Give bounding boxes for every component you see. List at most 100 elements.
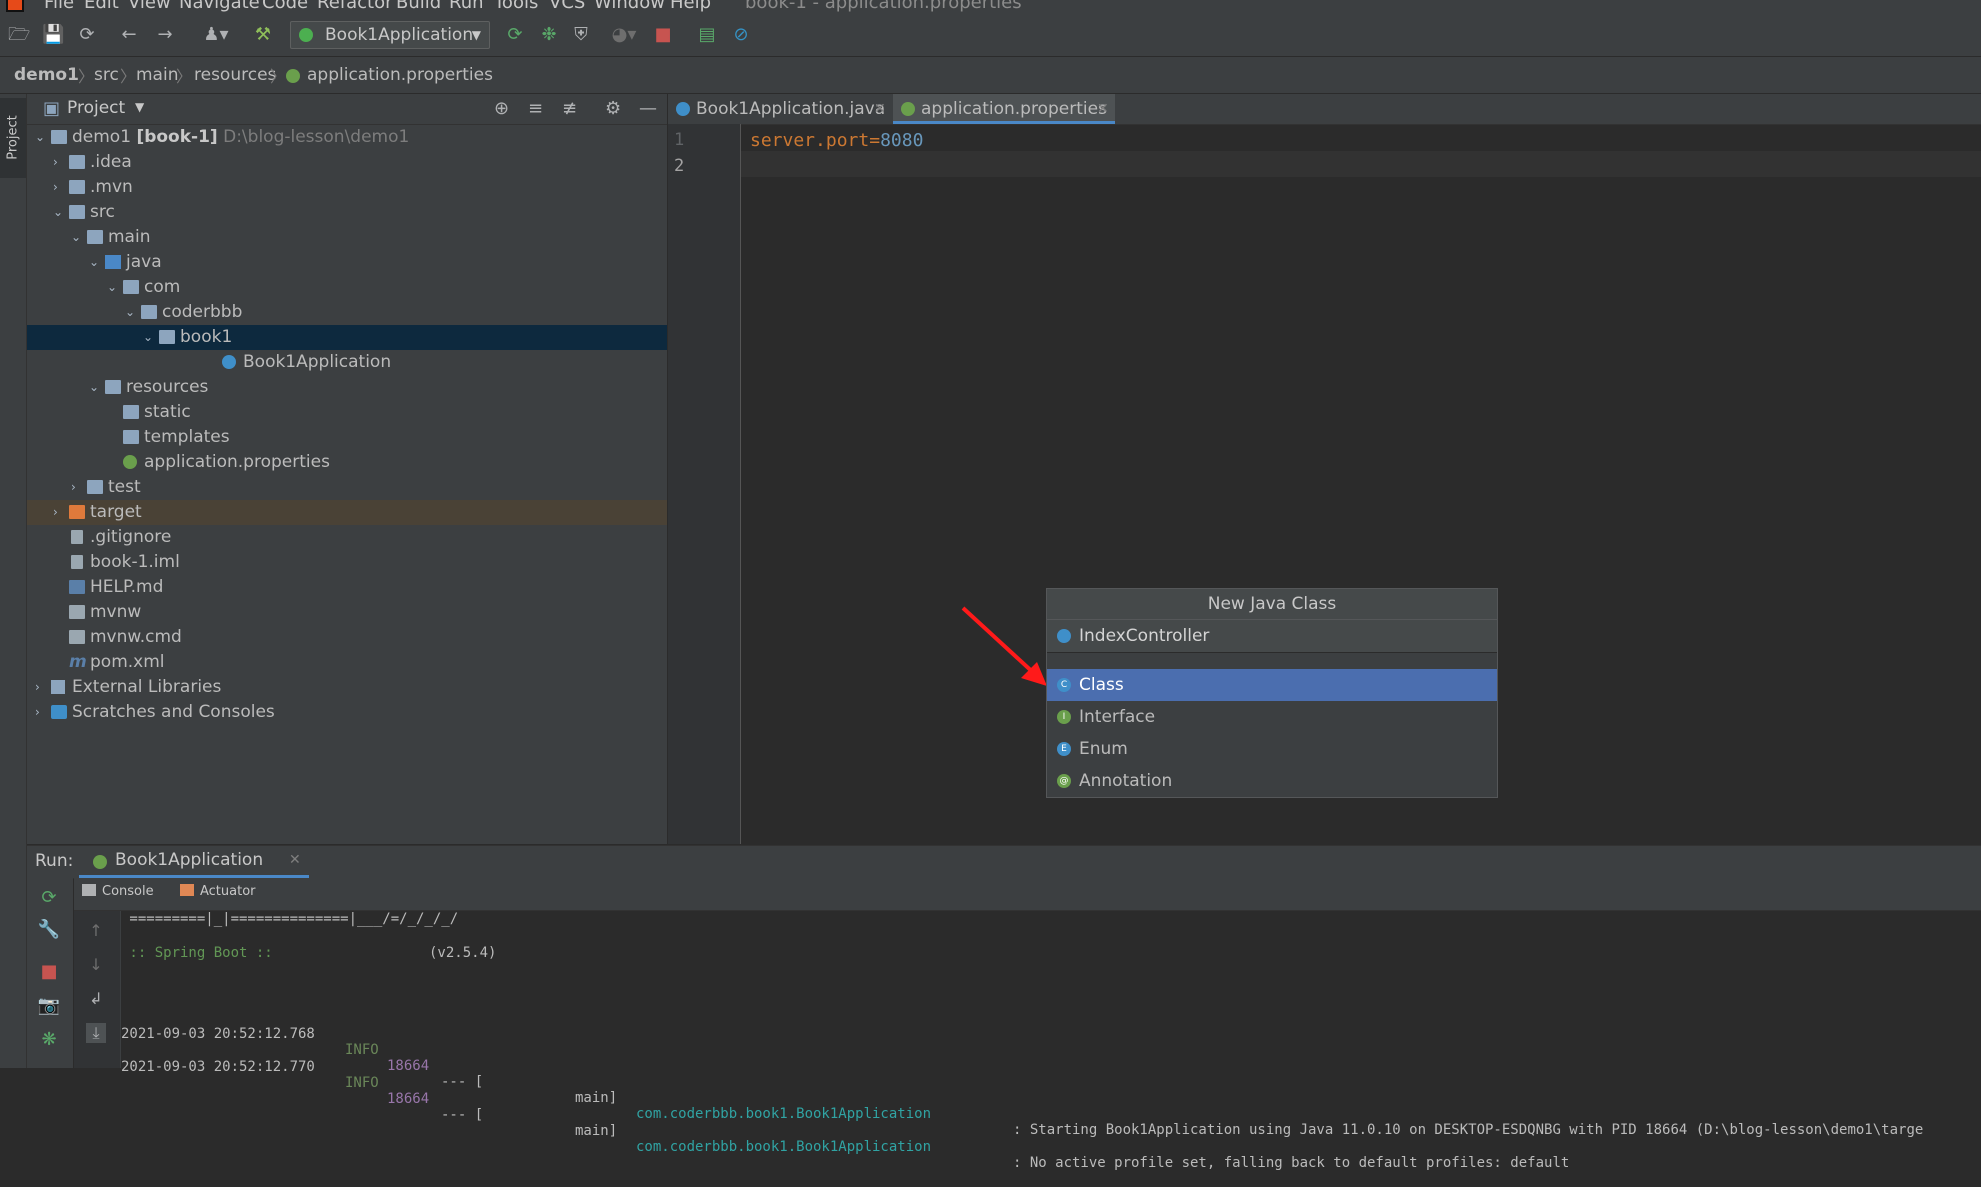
chevron-down-icon[interactable]: ⌄ <box>89 250 103 275</box>
breadcrumb-application-properties[interactable]: application.properties <box>307 65 493 85</box>
tab-book1application-java[interactable]: Book1Application.java ✕ <box>668 94 892 124</box>
save-all-icon[interactable]: 💾 <box>42 24 64 46</box>
menu-build[interactable]: Build <box>396 0 441 13</box>
tree-item-mvnw[interactable]: mvnw <box>27 600 667 625</box>
collapse-all-icon[interactable]: ≢ <box>562 98 577 119</box>
chevron-down-icon[interactable]: ⌄ <box>107 275 121 300</box>
rerun-icon[interactable]: ⟳ <box>37 886 61 910</box>
rerun-icon[interactable]: ⟳ <box>504 24 526 46</box>
scroll-to-end-icon[interactable]: ⤓ <box>86 1023 106 1043</box>
breadcrumb-src[interactable]: src <box>94 65 119 85</box>
profile-icon[interactable]: ◕▾ <box>604 24 644 46</box>
tree-item-mvn[interactable]: › .mvn <box>27 175 667 200</box>
breadcrumb-main[interactable]: main <box>136 65 178 85</box>
close-icon[interactable]: ✕ <box>1097 94 1109 124</box>
open-folder-icon[interactable]: 🗁 <box>8 24 30 46</box>
chevron-right-icon[interactable]: › <box>35 700 49 725</box>
chevron-right-icon[interactable]: › <box>53 175 67 200</box>
forward-icon[interactable]: → <box>154 24 176 46</box>
chevron-down-icon[interactable]: ⌄ <box>89 375 103 400</box>
locate-icon[interactable]: ⊕ <box>494 98 509 119</box>
option-class[interactable]: C Class <box>1047 669 1497 701</box>
soft-wrap-icon[interactable]: ↲ <box>86 989 106 1009</box>
tree-item-mvnw-cmd[interactable]: mvnw.cmd <box>27 625 667 650</box>
build-hammer-icon[interactable]: ⚒ <box>252 24 274 46</box>
chevron-right-icon[interactable]: › <box>35 675 49 700</box>
menu-edit[interactable]: Edit <box>84 0 119 13</box>
arrow-down-icon[interactable]: ↓ <box>86 955 106 975</box>
code-line[interactable]: server.port=8080 <box>750 130 923 151</box>
project-panel-title[interactable]: Project <box>67 98 125 118</box>
run-configuration-select[interactable]: Book1Application ▼ <box>290 21 490 49</box>
menu-run[interactable]: Run <box>449 0 484 13</box>
tab-console[interactable]: Console <box>82 884 154 899</box>
class-name-input[interactable] <box>1079 622 1479 650</box>
option-enum[interactable]: E Enum <box>1047 733 1497 765</box>
tree-item-demo1[interactable]: ⌄ demo1 [book-1] D:\blog-lesson\demo1 <box>27 125 667 150</box>
coverage-icon[interactable]: ⛨ <box>570 24 592 46</box>
wrench-icon[interactable]: 🔧 <box>37 918 61 942</box>
power-save-icon[interactable]: ⊘ <box>730 24 752 46</box>
tab-application-properties[interactable]: application.properties ✕ <box>893 94 1115 124</box>
gear-icon[interactable]: ⚙ <box>605 98 621 119</box>
option-annotation[interactable]: @ Annotation <box>1047 765 1497 797</box>
tree-item-book-iml[interactable]: book-1.iml <box>27 550 667 575</box>
chevron-down-icon[interactable]: ⌄ <box>53 200 67 225</box>
tree-item-scratches[interactable]: › Scratches and Consoles <box>27 700 667 725</box>
console-output[interactable]: =========|_|==============|___/=/_/_/_/ … <box>121 911 1981 1171</box>
camera-icon[interactable]: 📷 <box>37 994 61 1018</box>
chevron-right-icon[interactable]: › <box>71 475 85 500</box>
chevron-down-icon[interactable]: ⌄ <box>35 125 49 150</box>
tree-item-com[interactable]: ⌄ com <box>27 275 667 300</box>
tree-item-gitignore[interactable]: .gitignore <box>27 525 667 550</box>
tree-item-resources[interactable]: ⌄ resources <box>27 375 667 400</box>
hide-panel-icon[interactable]: — <box>639 98 657 119</box>
arrow-up-icon[interactable]: ↑ <box>86 921 106 941</box>
chevron-down-icon[interactable]: ⌄ <box>71 225 85 250</box>
tree-item-book1application[interactable]: Book1Application <box>27 350 667 375</box>
menu-window[interactable]: Window <box>594 0 665 13</box>
menu-tools[interactable]: Tools <box>494 0 538 13</box>
back-icon[interactable]: ← <box>118 24 140 46</box>
tree-item-main[interactable]: ⌄ main <box>27 225 667 250</box>
option-interface[interactable]: I Interface <box>1047 701 1497 733</box>
run-tab-book1application[interactable]: Book1Application ✕ <box>79 846 309 878</box>
project-tool-tab[interactable]: Project <box>0 98 26 178</box>
menu-code[interactable]: Code <box>262 0 308 13</box>
vcs-user-icon[interactable]: ♟▾ <box>198 24 234 46</box>
chevron-down-icon[interactable]: ▼ <box>135 100 144 114</box>
tree-item-java[interactable]: ⌄ java <box>27 250 667 275</box>
monitor-icon[interactable]: ▤ <box>696 24 718 46</box>
chevron-down-icon[interactable]: ⌄ <box>143 325 157 350</box>
close-icon[interactable]: ✕ <box>289 852 301 868</box>
tree-item-coderbbb[interactable]: ⌄ coderbbb <box>27 300 667 325</box>
expand-all-icon[interactable]: ≡ <box>528 98 543 119</box>
tree-item-book1[interactable]: ⌄ book1 <box>27 325 667 350</box>
menu-navigate[interactable]: Navigate <box>179 0 260 13</box>
close-icon[interactable]: ✕ <box>874 94 886 124</box>
menu-view[interactable]: View <box>128 0 171 13</box>
tree-item-idea[interactable]: › .idea <box>27 150 667 175</box>
breadcrumb-demo1[interactable]: demo1 <box>14 65 79 85</box>
stop-icon[interactable]: ■ <box>37 960 61 984</box>
tree-item-static[interactable]: static <box>27 400 667 425</box>
menu-file[interactable]: File <box>44 0 74 13</box>
chevron-right-icon[interactable]: › <box>53 150 67 175</box>
chevron-right-icon[interactable]: › <box>53 500 67 525</box>
tree-item-target[interactable]: › target <box>27 500 667 525</box>
tree-item-pom-xml[interactable]: m pom.xml <box>27 650 667 675</box>
sync-icon[interactable]: ⟳ <box>76 24 98 46</box>
tree-item-templates[interactable]: templates <box>27 425 667 450</box>
menu-vcs[interactable]: VCS <box>549 0 585 13</box>
debug-icon[interactable]: ❉ <box>538 24 560 46</box>
tab-actuator[interactable]: Actuator <box>180 884 256 899</box>
tree-item-external-libraries[interactable]: › External Libraries <box>27 675 667 700</box>
settings-icon[interactable]: ❋ <box>37 1028 61 1052</box>
menu-help[interactable]: Help <box>670 0 711 13</box>
tree-item-help-md[interactable]: HELP.md <box>27 575 667 600</box>
tree-item-test[interactable]: › test <box>27 475 667 500</box>
menu-refactor[interactable]: Refactor <box>317 0 393 13</box>
chevron-down-icon[interactable]: ⌄ <box>125 300 139 325</box>
breadcrumb-resources[interactable]: resources <box>194 65 276 85</box>
tree-item-src[interactable]: ⌄ src <box>27 200 667 225</box>
